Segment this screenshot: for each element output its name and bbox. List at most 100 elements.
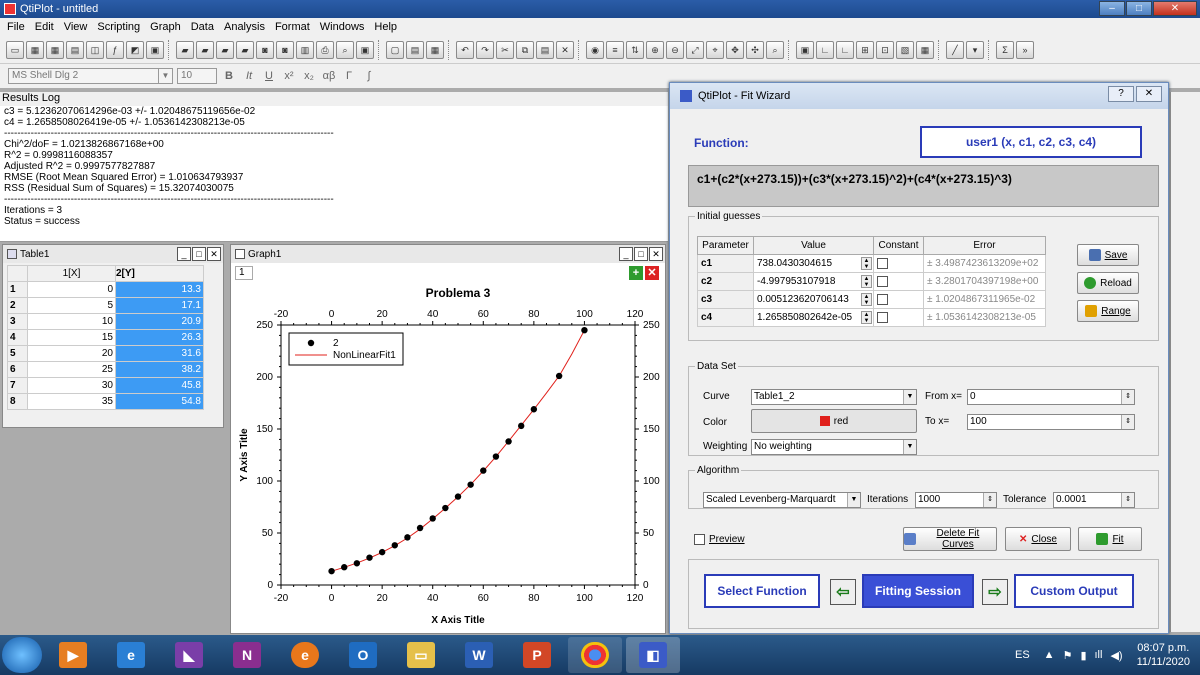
new-matrix-icon[interactable]: ▦ bbox=[46, 40, 64, 59]
graph-window-titlebar[interactable]: Graph1 bbox=[231, 245, 665, 263]
menu-file[interactable]: File bbox=[2, 21, 30, 33]
algorithm-select[interactable]: Scaled Levenberg-Marquardt ▼ bbox=[703, 492, 861, 508]
sort-icon[interactable]: ⇅ bbox=[626, 40, 644, 59]
new-3d-icon[interactable]: ◩ bbox=[126, 40, 144, 59]
row-number[interactable]: 8 bbox=[7, 393, 28, 410]
cell-x[interactable]: 15 bbox=[27, 329, 116, 346]
fit-icon[interactable]: ⊡ bbox=[876, 40, 894, 59]
delete-fit-curves-button[interactable]: Delete Fit Curves bbox=[903, 527, 997, 551]
constant-checkbox[interactable] bbox=[877, 257, 888, 269]
print-icon[interactable]: ⎙ bbox=[316, 40, 334, 59]
spin-icon[interactable]: ▲ ▼ bbox=[861, 293, 872, 306]
cell-x[interactable]: 10 bbox=[27, 313, 116, 330]
from-input[interactable]: 0 ⇕ bbox=[967, 389, 1135, 405]
minimize-icon[interactable]: _ bbox=[177, 247, 191, 261]
fit-wizard-dialog[interactable]: QtiPlot - Fit Wizard ? ✕ Function: user1… bbox=[669, 82, 1169, 634]
menu-graph[interactable]: Graph bbox=[145, 21, 186, 33]
superscript-icon[interactable]: x² bbox=[281, 70, 297, 82]
flag-icon[interactable]: ⚑ bbox=[1063, 649, 1073, 662]
import-ascii-icon[interactable]: ▥ bbox=[296, 40, 314, 59]
constant-checkbox[interactable] bbox=[877, 275, 888, 287]
param-value-input[interactable]: -4.997953107918 ▲ ▼ bbox=[753, 272, 874, 291]
rescale-icon[interactable]: ⤢ bbox=[686, 40, 704, 59]
taskbar-media-player[interactable]: ▶ bbox=[46, 637, 100, 673]
cell-y[interactable]: 38.2 bbox=[115, 361, 204, 378]
constant-checkbox[interactable] bbox=[877, 293, 888, 305]
minimize-button[interactable]: – bbox=[1099, 1, 1125, 16]
new-note-icon[interactable]: ▤ bbox=[66, 40, 84, 59]
fit-chart[interactable]: Problema 3 X Axis Title Y Axis Title -20 -20… bbox=[231, 283, 665, 633]
delete-icon[interactable]: ✕ bbox=[556, 40, 574, 59]
curve-select[interactable]: Table1_2 ▼ bbox=[751, 389, 917, 405]
cell-x[interactable]: 5 bbox=[27, 297, 116, 314]
font-size-select[interactable]: 10 bbox=[177, 68, 217, 84]
menu-data[interactable]: Data bbox=[186, 21, 219, 33]
fit-button[interactable]: Fit bbox=[1078, 527, 1142, 551]
preview-checkbox-row[interactable]: Preview bbox=[694, 534, 745, 545]
help-button[interactable]: ? bbox=[1108, 86, 1134, 102]
zoom-region-icon[interactable]: ⌕ bbox=[766, 40, 784, 59]
range-button[interactable]: Range bbox=[1077, 300, 1139, 322]
import-icon[interactable]: ▰ bbox=[216, 40, 234, 59]
undo-icon[interactable]: ↶ bbox=[456, 40, 474, 59]
save-as-icon[interactable]: ◙ bbox=[276, 40, 294, 59]
reload-button[interactable]: Reload bbox=[1077, 272, 1139, 294]
back-arrow-icon[interactable]: ⇦ bbox=[830, 579, 856, 605]
pick-point-icon[interactable]: ✥ bbox=[726, 40, 744, 59]
preview-checkbox[interactable] bbox=[694, 534, 705, 545]
param-value-input[interactable]: 738.0430304615 ▲ ▼ bbox=[753, 254, 874, 273]
table-window[interactable]: Table1 _ □ ✕ 1[X] 2[Y] 1 0 13.3 2 5 17.1 3 10… bbox=[2, 244, 224, 428]
iterations-input[interactable]: 1000 ⇕ bbox=[915, 492, 997, 508]
layout-icon[interactable]: ▦ bbox=[916, 40, 934, 59]
taskbar-vs[interactable]: ◣ bbox=[162, 637, 216, 673]
menu-scripting[interactable]: Scripting bbox=[92, 21, 145, 33]
draw-line-icon[interactable]: ╱ bbox=[946, 40, 964, 59]
taskbar-ie[interactable]: e bbox=[104, 637, 158, 673]
row-number[interactable]: 6 bbox=[7, 361, 28, 378]
spin-icon[interactable]: ▲ ▼ bbox=[861, 275, 872, 288]
explorer-icon[interactable]: ▢ bbox=[386, 40, 404, 59]
row-number[interactable]: 4 bbox=[7, 329, 28, 346]
param-value-input[interactable]: 0.005123620706143 ▲ ▼ bbox=[753, 290, 874, 309]
fitting-session-button[interactable]: Fitting Session bbox=[862, 574, 974, 608]
volume-icon[interactable]: ◀) bbox=[1110, 649, 1122, 662]
row-number[interactable]: 3 bbox=[7, 313, 28, 330]
to-input[interactable]: 100 ⇕ bbox=[967, 414, 1135, 430]
taskbar-onenote[interactable]: N bbox=[220, 637, 274, 673]
cell-y[interactable]: 17.1 bbox=[115, 297, 204, 314]
close-icon[interactable]: ✕ bbox=[207, 247, 221, 261]
row-number[interactable]: 2 bbox=[7, 297, 28, 314]
copy-icon[interactable]: ⧉ bbox=[516, 40, 534, 59]
overflow-icon[interactable]: » bbox=[1016, 40, 1034, 59]
maximize-button[interactable]: □ bbox=[1126, 1, 1152, 16]
close-icon[interactable]: ✕ bbox=[649, 247, 663, 261]
taskbar-chrome[interactable] bbox=[568, 637, 622, 673]
spin-icon[interactable]: ⇕ bbox=[1121, 390, 1134, 404]
italic-icon[interactable]: It bbox=[241, 70, 257, 82]
zoom-in-icon[interactable]: ⊕ bbox=[646, 40, 664, 59]
console-icon[interactable]: ▦ bbox=[426, 40, 444, 59]
cell-x[interactable]: 20 bbox=[27, 345, 116, 362]
graph-window[interactable]: Graph1 _ □ ✕ 1 + ✕ Problema 3 X Axis Titl… bbox=[230, 244, 666, 634]
constant-checkbox[interactable] bbox=[877, 311, 888, 323]
add-layer-icon[interactable]: ▣ bbox=[796, 40, 814, 59]
save-icon[interactable]: ◙ bbox=[256, 40, 274, 59]
axes2-icon[interactable]: ∟ bbox=[836, 40, 854, 59]
menu-windows[interactable]: Windows bbox=[315, 21, 370, 33]
minimize-icon[interactable]: _ bbox=[619, 247, 633, 261]
spin-icon[interactable]: ▲ ▼ bbox=[861, 311, 872, 324]
remove-layer-red-icon[interactable]: ✕ bbox=[645, 266, 659, 280]
record-icon[interactable]: ◉ bbox=[586, 40, 604, 59]
results-log-icon[interactable]: ▤ bbox=[406, 40, 424, 59]
add-column-icon[interactable]: ≡ bbox=[606, 40, 624, 59]
pdf-icon[interactable]: ▣ bbox=[146, 40, 164, 59]
new-project-icon[interactable]: ▭ bbox=[6, 40, 24, 59]
clock[interactable]: 08:07 p.m. 11/11/2020 bbox=[1137, 641, 1190, 669]
integral-icon[interactable]: Γ bbox=[341, 70, 357, 82]
network-icon[interactable]: ▮ bbox=[1080, 649, 1086, 662]
language-indicator[interactable]: ES bbox=[1015, 649, 1030, 661]
new-table-icon[interactable]: ▦ bbox=[26, 40, 44, 59]
color-button[interactable]: red bbox=[751, 409, 917, 433]
close-window-button[interactable]: ✕ bbox=[1153, 1, 1197, 16]
custom-output-button[interactable]: Custom Output bbox=[1014, 574, 1134, 608]
